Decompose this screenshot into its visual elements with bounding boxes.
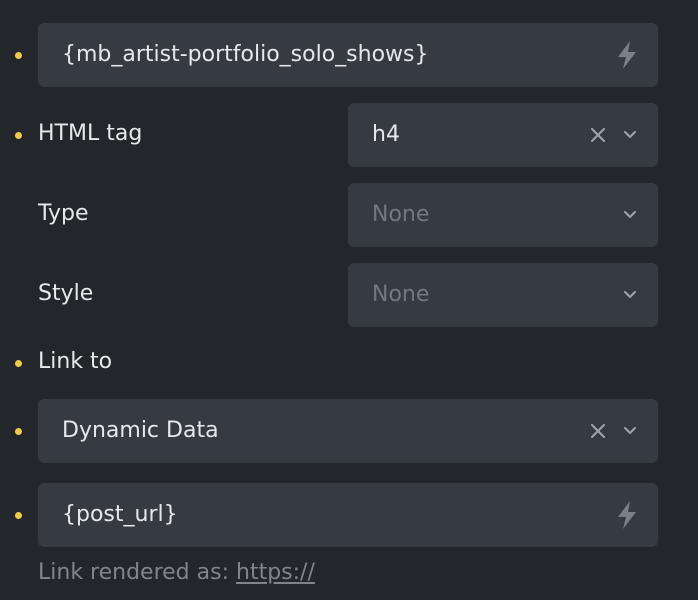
- modified-indicator: [15, 360, 22, 367]
- style-placeholder: None: [372, 282, 430, 307]
- modified-indicator: [15, 428, 22, 435]
- bolt-icon[interactable]: [612, 500, 642, 530]
- hint-prefix: Link rendered as:: [38, 560, 236, 585]
- rendered-link[interactable]: https://: [236, 560, 315, 585]
- style-label: Style: [38, 281, 94, 306]
- chevron-down-icon[interactable]: [620, 205, 640, 225]
- query-field[interactable]: {mb_artist-portfolio_solo_shows}: [38, 23, 658, 87]
- html-tag-select[interactable]: h4: [348, 103, 658, 167]
- chevron-down-icon[interactable]: [620, 285, 640, 305]
- link-rendered-hint: Link rendered as: https://: [38, 560, 315, 585]
- link-dynamic-field[interactable]: {post_url}: [38, 483, 658, 547]
- modified-indicator: [15, 52, 22, 59]
- clear-icon[interactable]: [588, 421, 608, 441]
- html-tag-label: HTML tag: [38, 121, 143, 146]
- modified-indicator: [15, 512, 22, 519]
- bolt-icon[interactable]: [612, 40, 642, 70]
- modified-indicator: [15, 132, 22, 139]
- chevron-down-icon[interactable]: [620, 125, 640, 145]
- chevron-down-icon[interactable]: [620, 421, 640, 441]
- type-select[interactable]: None: [348, 183, 658, 247]
- settings-panel: {mb_artist-portfolio_solo_shows} HTML ta…: [0, 0, 698, 600]
- link-type-value: Dynamic Data: [62, 418, 219, 443]
- query-field-value: {mb_artist-portfolio_solo_shows}: [62, 42, 429, 67]
- style-select[interactable]: None: [348, 263, 658, 327]
- link-dynamic-value: {post_url}: [62, 502, 178, 527]
- html-tag-value: h4: [372, 122, 400, 147]
- clear-icon[interactable]: [588, 125, 608, 145]
- type-label: Type: [38, 201, 89, 226]
- link-to-label: Link to: [38, 349, 113, 374]
- link-type-select[interactable]: Dynamic Data: [38, 399, 658, 463]
- type-placeholder: None: [372, 202, 430, 227]
